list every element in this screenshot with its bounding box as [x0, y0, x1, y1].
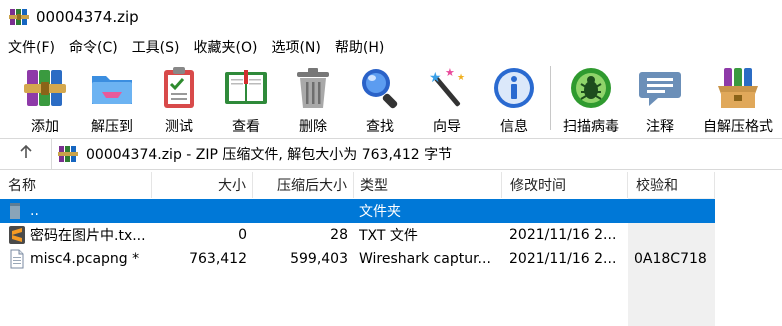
menu-help[interactable]: 帮助(H) — [327, 37, 390, 57]
info-button[interactable]: 信息 — [478, 64, 550, 135]
file-list: 名称 大小 压缩后大小 类型 修改时间 校验和 .. 文件夹 密码在图片中.tx… — [0, 172, 782, 326]
svg-text:★: ★ — [445, 66, 455, 79]
file-packed-size — [253, 199, 348, 223]
extract-to-label: 解压到 — [91, 119, 133, 135]
add-label: 添加 — [31, 119, 59, 135]
menu-commands[interactable]: 命令(C) — [61, 37, 124, 57]
delete-label: 删除 — [299, 119, 327, 135]
address-text: 00004374.zip - ZIP 压缩文件, 解包大小为 763,412 字… — [86, 147, 453, 163]
file-size: 763,412 — [189, 251, 247, 267]
arrow-up-icon — [18, 144, 34, 164]
menu-bar: 文件(F) 命令(C) 工具(S) 收藏夹(O) 选项(N) 帮助(H) — [0, 36, 390, 58]
up-button[interactable] — [0, 139, 52, 169]
info-icon — [490, 64, 538, 112]
file-type: Wireshark captur... — [359, 251, 491, 267]
trash-can-icon — [289, 64, 337, 112]
column-header-modified[interactable]: 修改时间 — [502, 172, 628, 198]
view-button[interactable]: 查看 — [210, 64, 282, 135]
file-packed-size: 599,403 — [290, 251, 348, 267]
file-type: 文件夹 — [359, 204, 401, 220]
file-name: .. — [30, 203, 39, 219]
sfx-box-icon — [714, 64, 762, 112]
virus-scan-label: 扫描病毒 — [563, 119, 619, 135]
address-field[interactable]: 00004374.zip - ZIP 压缩文件, 解包大小为 763,412 字… — [54, 141, 782, 167]
toolbar: 添加 解压到 测试 查看 删除 查找 ★ ★ ★ 向导 信息 扫描病毒 注释 自… — [0, 60, 782, 136]
file-type: TXT 文件 — [359, 228, 418, 244]
file-checksum — [634, 199, 714, 223]
winrar-app-icon — [9, 7, 29, 27]
generic-file-icon — [8, 249, 26, 269]
svg-text:★: ★ — [457, 73, 465, 83]
wizard-button[interactable]: ★ ★ ★ 向导 — [411, 64, 483, 135]
sfx-label: 自解压格式 — [703, 119, 773, 135]
column-header-size[interactable]: 大小 — [152, 172, 253, 198]
file-name: misc4.pcapng * — [30, 251, 140, 267]
clipboard-check-icon — [155, 64, 203, 112]
book-icon — [222, 64, 270, 112]
menu-tools[interactable]: 工具(S) — [124, 37, 186, 57]
file-checksum — [634, 223, 714, 247]
test-label: 测试 — [165, 119, 193, 135]
column-header-type[interactable]: 类型 — [352, 172, 502, 198]
menu-favorites[interactable]: 收藏夹(O) — [186, 37, 264, 57]
window-title: 00004374.zip — [36, 8, 139, 26]
folder-up-icon — [8, 201, 26, 221]
find-label: 查找 — [366, 119, 394, 135]
comment-label: 注释 — [646, 119, 674, 135]
info-label: 信息 — [500, 119, 528, 135]
svg-text:★: ★ — [429, 70, 442, 86]
file-size — [152, 199, 247, 223]
file-modified: 2021/11/16 2... — [509, 227, 617, 243]
bug-scan-icon — [567, 64, 615, 112]
virus-scan-button[interactable]: 扫描病毒 — [555, 64, 627, 135]
table-row[interactable]: 密码在图片中.tx... 0 28 TXT 文件 2021/11/16 2... — [0, 223, 715, 247]
address-bar: 00004374.zip - ZIP 压缩文件, 解包大小为 763,412 字… — [0, 138, 782, 170]
comment-button[interactable]: 注释 — [624, 64, 696, 135]
zip-archive-icon — [58, 145, 78, 163]
column-header-checksum[interactable]: 校验和 — [628, 172, 715, 198]
title-bar: 00004374.zip — [0, 0, 782, 34]
toolbar-separator — [550, 66, 551, 130]
view-label: 查看 — [232, 119, 260, 135]
column-header-name[interactable]: 名称 — [0, 172, 152, 198]
delete-button[interactable]: 删除 — [277, 64, 349, 135]
magnifier-icon — [356, 64, 404, 112]
file-modified — [509, 199, 627, 223]
menu-options[interactable]: 选项(N) — [263, 37, 326, 57]
find-button[interactable]: 查找 — [344, 64, 416, 135]
add-icon — [21, 64, 69, 112]
file-checksum: 0A18C718 — [634, 251, 707, 267]
sublime-file-icon — [8, 225, 26, 245]
table-row[interactable]: misc4.pcapng * 763,412 599,403 Wireshark… — [0, 247, 715, 271]
wizard-label: 向导 — [433, 119, 461, 135]
file-name: 密码在图片中.tx... — [30, 228, 146, 244]
add-button[interactable]: 添加 — [9, 64, 81, 135]
table-row[interactable]: .. 文件夹 — [0, 199, 715, 223]
file-modified: 2021/11/16 2... — [509, 251, 617, 267]
sfx-button[interactable]: 自解压格式 — [698, 64, 778, 135]
file-packed-size: 28 — [330, 227, 348, 243]
extract-to-button[interactable]: 解压到 — [76, 64, 148, 135]
test-button[interactable]: 测试 — [143, 64, 215, 135]
magic-wand-icon: ★ ★ ★ — [423, 64, 471, 112]
extract-folder-icon — [88, 64, 136, 112]
speech-bubble-icon — [636, 64, 684, 112]
menu-file[interactable]: 文件(F) — [0, 37, 61, 57]
file-size: 0 — [238, 227, 247, 243]
column-header-packed[interactable]: 压缩后大小 — [253, 172, 354, 198]
